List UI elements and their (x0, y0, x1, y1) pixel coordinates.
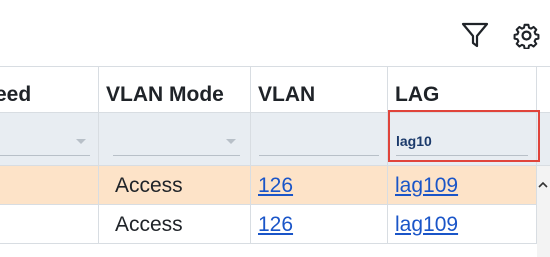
column-header-lag[interactable]: LAG (388, 67, 537, 112)
column-header-vlan-mode[interactable]: VLAN Mode (99, 67, 251, 112)
cell-speed (0, 166, 99, 205)
filter-icon[interactable] (460, 21, 490, 49)
vlan-filter-input[interactable] (259, 127, 379, 156)
vlan-link[interactable]: 126 (258, 213, 293, 236)
chevron-down-icon (76, 139, 86, 144)
filter-cell-vlan-mode (99, 113, 251, 165)
lag-filter-input[interactable]: lag10 (396, 127, 528, 156)
cell-vlan-mode: Access (99, 205, 251, 244)
cell-lag: lag109 (388, 166, 537, 205)
column-header-speed[interactable]: eed (0, 67, 99, 112)
table-row[interactable]: Access 126 lag109 (0, 166, 550, 205)
filter-cell-speed (0, 113, 99, 165)
gear-icon[interactable] (513, 22, 540, 49)
filter-cell-vlan (251, 113, 388, 165)
speed-filter-select[interactable] (0, 127, 90, 156)
cell-speed (0, 205, 99, 244)
app-frame: eed VLAN Mode VLAN LAG (0, 0, 550, 257)
vlan-link[interactable]: 126 (258, 174, 293, 197)
cell-vlan: 126 (251, 166, 388, 205)
cell-vlan: 126 (251, 205, 388, 244)
chevron-down-icon (226, 139, 236, 144)
grid-toolbar (0, 0, 550, 67)
filter-cell-lag: lag10 (388, 113, 537, 165)
table-row[interactable]: Access 126 lag109 (0, 205, 550, 244)
lag-link[interactable]: lag109 (395, 174, 458, 197)
lag-filter-value: lag10 (396, 133, 432, 149)
grid-filter-row: lag10 (0, 113, 550, 166)
column-header-vlan[interactable]: VLAN (251, 67, 388, 112)
cell-lag: lag109 (388, 205, 537, 244)
lag-link[interactable]: lag109 (395, 213, 458, 236)
chevron-up-icon[interactable] (538, 180, 548, 190)
vertical-scrollbar[interactable] (537, 166, 550, 257)
grid-header-row: eed VLAN Mode VLAN LAG (0, 67, 550, 113)
vlan-mode-filter-select[interactable] (113, 127, 240, 156)
cell-vlan-mode: Access (99, 166, 251, 205)
interfaces-grid: eed VLAN Mode VLAN LAG (0, 67, 550, 257)
